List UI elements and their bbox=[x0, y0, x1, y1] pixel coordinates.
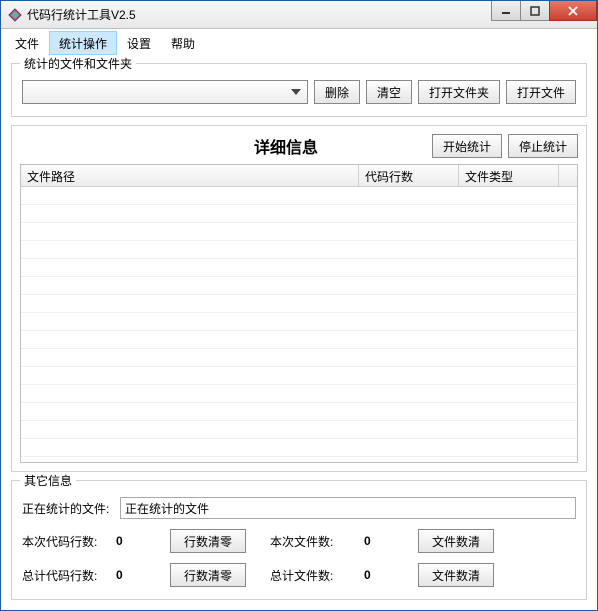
menu-file[interactable]: 文件 bbox=[5, 31, 49, 55]
table-row bbox=[21, 259, 577, 277]
titlebar[interactable]: 代码行统计工具V2.5 bbox=[1, 1, 597, 29]
app-window: 代码行统计工具V2.5 文件 统计操作 设置 帮助 统计的文件和文件夹 删除 清… bbox=[0, 0, 598, 611]
delete-button[interactable]: 删除 bbox=[314, 80, 360, 104]
table-row bbox=[21, 421, 577, 439]
this-files-value: 0 bbox=[364, 534, 394, 548]
menu-stat-op[interactable]: 统计操作 bbox=[49, 31, 117, 55]
table-row bbox=[21, 403, 577, 421]
table-row bbox=[21, 205, 577, 223]
table-row bbox=[21, 349, 577, 367]
app-icon bbox=[7, 7, 23, 23]
col-spacer bbox=[559, 165, 577, 186]
current-file-label: 正在统计的文件: bbox=[22, 500, 112, 517]
table-row bbox=[21, 367, 577, 385]
open-folder-button[interactable]: 打开文件夹 bbox=[418, 80, 500, 104]
this-lines-value: 0 bbox=[116, 534, 146, 548]
files-group-title: 统计的文件和文件夹 bbox=[20, 55, 136, 72]
col-type[interactable]: 文件类型 bbox=[459, 165, 559, 186]
table-row bbox=[21, 439, 577, 457]
total-lines-label: 总计代码行数: bbox=[22, 567, 112, 584]
files-group: 统计的文件和文件夹 删除 清空 打开文件夹 打开文件 bbox=[11, 63, 587, 117]
open-file-button[interactable]: 打开文件 bbox=[506, 80, 576, 104]
table-row bbox=[21, 331, 577, 349]
clear-files-button-2[interactable]: 文件数清 bbox=[418, 563, 494, 587]
total-files-label: 总计文件数: bbox=[270, 567, 360, 584]
table-row bbox=[21, 385, 577, 403]
minimize-button[interactable] bbox=[491, 1, 521, 21]
col-lines[interactable]: 代码行数 bbox=[359, 165, 459, 186]
menubar: 文件 统计操作 设置 帮助 bbox=[1, 29, 597, 55]
other-group: 其它信息 正在统计的文件: 本次代码行数: 0 行数清零 本次文件数: 0 文件… bbox=[11, 480, 587, 600]
clear-lines-button-1[interactable]: 行数清零 bbox=[170, 529, 246, 553]
other-group-title: 其它信息 bbox=[20, 472, 76, 489]
col-path[interactable]: 文件路径 bbox=[21, 165, 359, 186]
clear-lines-button-2[interactable]: 行数清零 bbox=[170, 563, 246, 587]
start-stat-button[interactable]: 开始统计 bbox=[432, 134, 502, 158]
chevron-down-icon bbox=[287, 83, 305, 101]
menu-settings[interactable]: 设置 bbox=[117, 31, 161, 55]
table-row bbox=[21, 277, 577, 295]
total-files-value: 0 bbox=[364, 568, 394, 582]
window-title: 代码行统计工具V2.5 bbox=[27, 6, 492, 23]
stop-stat-button[interactable]: 停止统计 bbox=[508, 134, 578, 158]
this-lines-label: 本次代码行数: bbox=[22, 533, 112, 550]
detail-section: 详细信息 开始统计 停止统计 文件路径 代码行数 文件类型 bbox=[11, 125, 587, 472]
clear-button[interactable]: 清空 bbox=[366, 80, 412, 104]
maximize-button[interactable] bbox=[520, 1, 550, 21]
file-combo[interactable] bbox=[22, 80, 308, 104]
table-body[interactable] bbox=[21, 187, 577, 462]
detail-title: 详细信息 bbox=[20, 134, 432, 158]
table-row bbox=[21, 241, 577, 259]
this-files-label: 本次文件数: bbox=[270, 533, 360, 550]
close-button[interactable] bbox=[549, 1, 597, 21]
content: 统计的文件和文件夹 删除 清空 打开文件夹 打开文件 详细信息 开始统计 停止统… bbox=[1, 55, 597, 610]
clear-files-button-1[interactable]: 文件数清 bbox=[418, 529, 494, 553]
table-row bbox=[21, 223, 577, 241]
table-row bbox=[21, 295, 577, 313]
window-controls bbox=[492, 1, 597, 28]
detail-table: 文件路径 代码行数 文件类型 bbox=[20, 164, 578, 463]
total-lines-value: 0 bbox=[116, 568, 146, 582]
table-header: 文件路径 代码行数 文件类型 bbox=[21, 165, 577, 187]
menu-help[interactable]: 帮助 bbox=[161, 31, 205, 55]
table-row bbox=[21, 187, 577, 205]
table-row bbox=[21, 313, 577, 331]
current-file-field[interactable] bbox=[120, 497, 576, 519]
